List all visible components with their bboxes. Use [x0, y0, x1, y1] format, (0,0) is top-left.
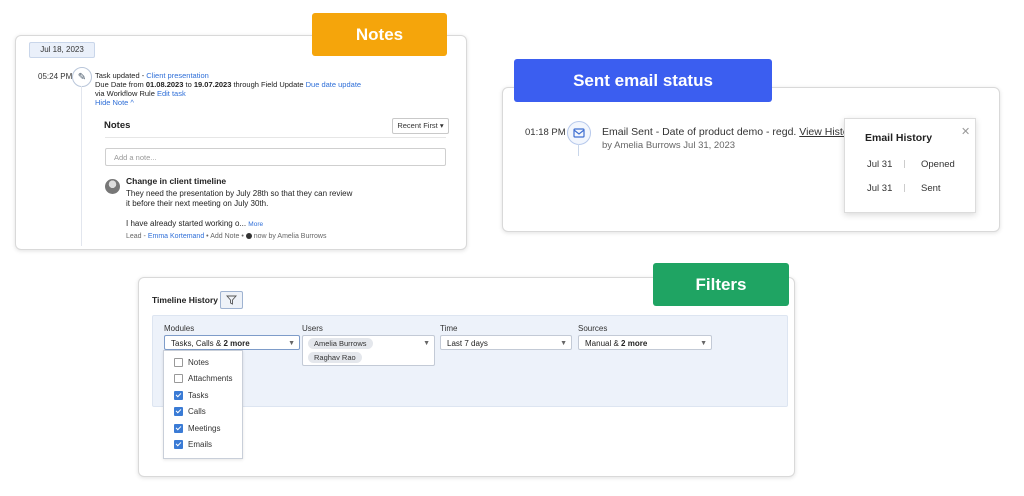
users-label: Users [302, 324, 323, 333]
timeline-line [578, 144, 579, 156]
checkbox-checked[interactable] [174, 407, 183, 416]
timeline-time: 05:24 PM [38, 72, 73, 81]
history-status-2: Sent [921, 183, 941, 194]
modules-label: Modules [164, 324, 195, 333]
note-title: Change in client timeline [126, 176, 227, 186]
via-prefix: via Workflow Rule [95, 89, 157, 98]
due-date-update-link[interactable]: Due date update [306, 80, 361, 89]
avatar [105, 179, 120, 194]
modules-select[interactable]: Tasks, Calls & 2 more ▼ [164, 335, 300, 350]
timeline-history-title: Timeline History [152, 295, 218, 305]
note-line-3: I have already started working o... More [126, 219, 263, 230]
sent-email-tag: Sent email status [514, 59, 772, 102]
footer-person-link[interactable]: Emma Kortemand [148, 233, 204, 240]
edit-task-link[interactable]: Edit task [157, 89, 186, 98]
option-tasks[interactable]: Tasks [174, 391, 208, 400]
checkbox-checked[interactable] [174, 440, 183, 449]
option-label: Attachments [188, 374, 233, 383]
footer-by: by Amelia Burrows [268, 233, 327, 240]
email-sub: by Amelia Burrows Jul 31, 2023 [602, 140, 736, 151]
task-prefix: Task updated - [95, 71, 147, 80]
option-label: Emails [188, 440, 213, 449]
note-line-3-text: I have already started working o... [126, 219, 247, 228]
more-link[interactable]: More [248, 221, 263, 228]
checkbox-checked[interactable] [174, 424, 183, 433]
edit-pencil-icon: ✎ [72, 67, 92, 87]
option-attachments[interactable]: Attachments [174, 374, 232, 383]
due-from: 01.08.2023 [145, 80, 184, 89]
option-emails[interactable]: Emails [174, 440, 212, 449]
email-envelope-icon [567, 121, 591, 145]
email-text: Email Sent - Date of product demo - regd… [602, 126, 797, 138]
divider [105, 137, 446, 138]
clock-icon [245, 233, 252, 240]
time-select[interactable]: Last 7 days ▼ [440, 335, 572, 350]
sources-value: Manual & [585, 339, 622, 348]
user-chip[interactable]: Raghav Rao [308, 352, 362, 363]
note-line-2: it before their next meeting on July 30t… [126, 199, 269, 208]
email-time: 01:18 PM [525, 127, 566, 138]
filter-button[interactable] [220, 291, 243, 309]
due-prefix: Due Date from [95, 80, 146, 89]
date-chip: Jul 18, 2023 [29, 42, 95, 58]
option-notes[interactable]: Notes [174, 358, 209, 367]
history-marker [904, 160, 905, 168]
close-icon[interactable]: ✕ [961, 125, 970, 138]
chevron-down-icon: ▼ [288, 340, 295, 347]
sources-select[interactable]: Manual & 2 more ▼ [578, 335, 712, 350]
timeline-line [81, 86, 82, 246]
sources-more: 2 more [621, 339, 648, 348]
note-line-1: They need the presentation by July 28th … [126, 189, 353, 198]
modules-dropdown: Notes Attachments Tasks Calls Meetings E… [163, 350, 243, 459]
user-chip[interactable]: Amelia Burrows [308, 338, 373, 349]
note-footer: Lead - Emma Kortemand • Add Note • now b… [126, 233, 327, 240]
option-label: Tasks [188, 391, 209, 400]
funnel-icon [226, 295, 237, 305]
history-marker [904, 184, 905, 192]
sort-label: Recent First [397, 121, 438, 130]
footer-time: now [253, 233, 267, 240]
option-meetings[interactable]: Meetings [174, 424, 220, 433]
footer-lead: Lead [126, 233, 142, 240]
time-value: Last 7 days [447, 339, 488, 348]
due-mid: to [183, 80, 194, 89]
chevron-down-icon: ▼ [700, 340, 707, 347]
modules-more: 2 more [223, 339, 250, 348]
modules-value: Tasks, Calls & [171, 339, 224, 348]
history-status-1: Opened [921, 159, 955, 170]
history-date-1: Jul 31 [867, 159, 893, 170]
due-suffix: through Field Update [231, 80, 306, 89]
option-label: Meetings [188, 424, 221, 433]
filter-panel: Modules Tasks, Calls & 2 more ▼ Users ▼ A… [152, 315, 788, 407]
notes-tag: Notes [312, 13, 447, 56]
chevron-down-icon: ▼ [560, 340, 567, 347]
history-date-2: Jul 31 [867, 183, 893, 194]
notes-heading: Notes [104, 120, 131, 131]
email-card: 01:18 PM Email Sent - Date of product de… [502, 87, 1000, 232]
add-note-input[interactable]: Add a note... [105, 148, 446, 166]
option-label: Notes [188, 358, 209, 367]
filters-card: Timeline History Modules Tasks, Calls & … [138, 277, 795, 477]
sort-dropdown[interactable]: Recent First ▾ [392, 118, 449, 134]
chevron-down-icon: ▼ [423, 340, 430, 347]
time-label: Time [440, 324, 458, 333]
option-calls[interactable]: Calls [174, 407, 206, 416]
popup-title: Email History [865, 132, 933, 144]
notes-card: Jul 18, 2023 05:24 PM ✎ Task updated - C… [15, 35, 467, 250]
option-label: Calls [188, 407, 206, 416]
hide-note-link[interactable]: Hide Note ^ [95, 98, 134, 108]
checkbox[interactable] [174, 358, 183, 367]
checkbox[interactable] [174, 374, 183, 383]
footer-add-note: Add Note [210, 233, 240, 240]
task-link[interactable]: Client presentation [146, 71, 209, 80]
filters-tag: Filters [653, 263, 789, 306]
due-to: 19.07.2023 [193, 80, 232, 89]
email-history-popup: Email History ✕ Jul 31 Opened Jul 31 Sen… [844, 118, 976, 213]
sources-label: Sources [578, 324, 608, 333]
email-sent-line: Email Sent - Date of product demo - regd… [602, 126, 857, 138]
checkbox-checked[interactable] [174, 391, 183, 400]
